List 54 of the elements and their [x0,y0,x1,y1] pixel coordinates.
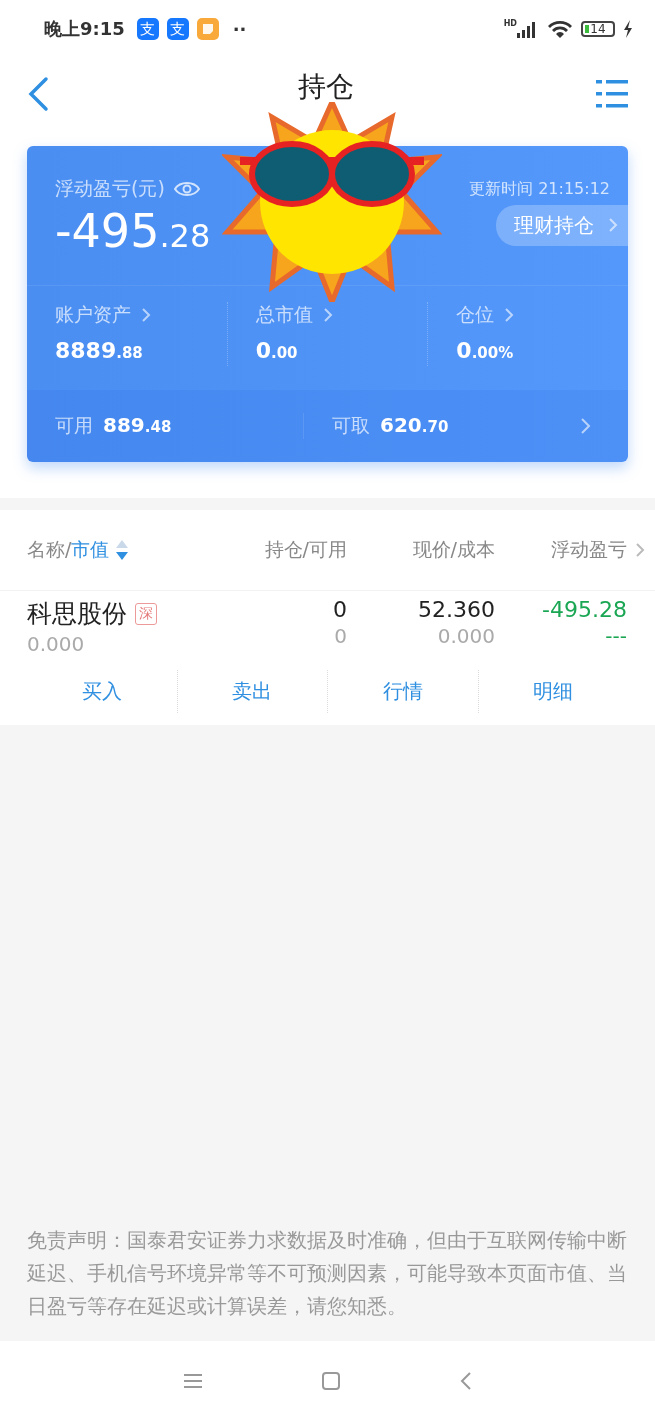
action-button[interactable]: 买入 [69,670,134,713]
page-title: 持仓 [297,69,354,105]
table-cell: 0 [333,597,347,622]
column-header: 名称/ [27,537,72,562]
battery-indicator: 14 [581,21,615,37]
status-time: 晚上9:15 [44,17,125,41]
sort-link[interactable]: 市值 [71,537,110,563]
sort-icon[interactable] [115,539,130,561]
chevron-right-icon [322,307,333,323]
market-tag: 深 [135,602,157,625]
column-header: 持仓/可用 [264,537,347,562]
action-button[interactable]: 行情 [370,670,435,713]
network-label: HD [503,19,517,28]
wifi-icon [547,19,573,39]
app-icon: 支 [166,18,189,40]
metric-value: 0.00% [456,338,515,363]
back-icon[interactable] [27,76,49,112]
table-cell: --- [605,624,627,648]
metric-link[interactable]: 账户资产 [55,302,151,328]
update-time: 更新时间 21:15:12 [469,178,610,200]
back-icon[interactable] [458,1371,473,1391]
app-icon: 支 [136,18,159,40]
fund-label: 可用 [55,413,93,438]
chevron-right-icon [504,307,515,323]
menu-icon[interactable] [182,1373,203,1389]
column-header: 浮动盈亏 [551,537,627,562]
action-button[interactable]: 卖出 [220,670,285,713]
pnl-label: 浮动盈亏(元) [55,176,165,201]
chevron-right-icon [608,217,618,233]
fund-value: 620.70 [380,413,449,437]
table-cell-text: 0.000 [27,632,86,656]
home-icon[interactable] [320,1371,341,1391]
disclaimer-text: 免责声明：国泰君安证券力求数据及时准确，但由于互联网传输中断延迟、手机信号环境异常等不可预测因素，可能导致本页面市值、当日盈亏等存在延迟或计算误差，请您知悉。 [27,1227,628,1320]
wealth-holdings-button[interactable]: 理财持仓 [496,204,628,246]
stock-name: 科思股份 [27,598,127,630]
fund-value: 889.48 [103,413,172,437]
column-header: 现价/成本 [412,537,495,562]
metric-link[interactable]: 总市值 [255,302,333,328]
chevron-right-icon [141,307,151,323]
table-cell: 52.360 [418,597,495,622]
floating-pnl: -495.28 [55,204,211,258]
table-cell: 0.000 [437,624,495,648]
metric-value: 0.00 [255,338,299,363]
chevron-right-icon[interactable] [635,542,645,558]
note-icon [196,18,219,40]
metric-link[interactable]: 仓位 [456,302,515,328]
action-button[interactable]: 明细 [521,670,586,713]
more-notifications: ·· [232,18,247,40]
fund-label: 可取 [332,413,370,438]
table-cell: -495.28 [542,597,627,622]
list-menu-icon[interactable] [596,79,628,109]
table-cell: 0 [334,624,347,648]
metric-value: 8889.88 [55,338,144,363]
eye-icon[interactable] [172,180,201,198]
